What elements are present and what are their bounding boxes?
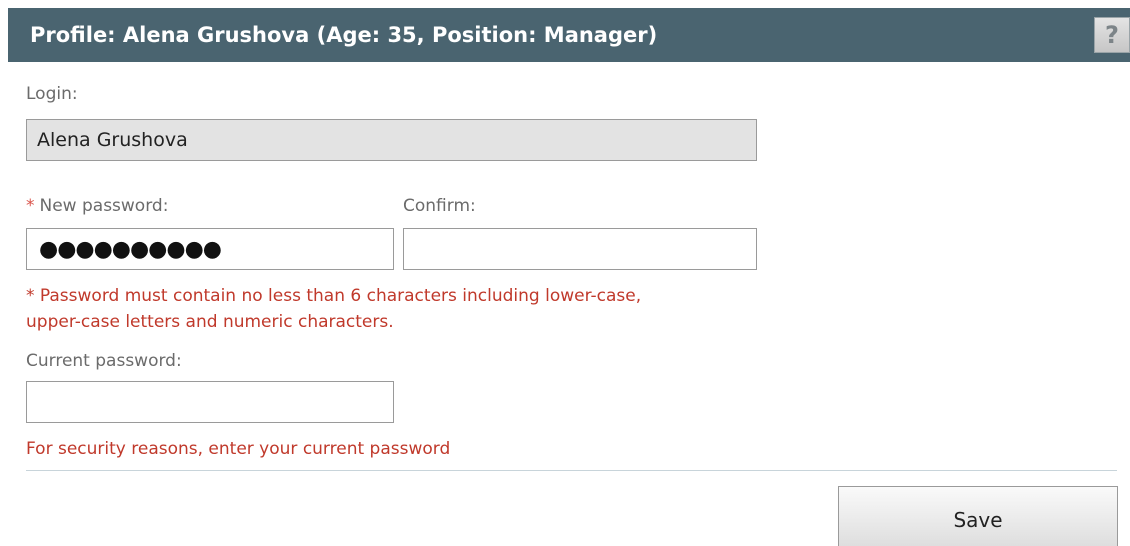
new-password-field[interactable]: ●●●●●●●●●● xyxy=(26,228,394,270)
save-button[interactable]: Save xyxy=(838,486,1118,546)
form-divider xyxy=(26,470,1117,471)
page-title: Profile: Alena Grushova (Age: 35, Positi… xyxy=(30,23,658,47)
current-password-label: Current password: xyxy=(26,351,182,371)
login-field[interactable] xyxy=(26,119,757,161)
help-button[interactable]: ? xyxy=(1094,17,1130,53)
page-header: Profile: Alena Grushova (Age: 35, Positi… xyxy=(8,8,1130,62)
password-hint-line2: upper-case letters and numeric character… xyxy=(26,312,394,332)
confirm-password-field[interactable] xyxy=(403,228,757,270)
security-note: For security reasons, enter your current… xyxy=(26,439,451,459)
confirm-label: Confirm: xyxy=(403,196,476,216)
login-label: Login: xyxy=(26,84,78,104)
new-password-label-text: New password: xyxy=(39,196,169,216)
password-hint-line1: * Password must contain no less than 6 c… xyxy=(26,286,642,306)
required-marker: * xyxy=(26,196,35,216)
current-password-field[interactable] xyxy=(26,381,394,423)
new-password-masked-value: ●●●●●●●●●● xyxy=(39,237,222,262)
new-password-label: * New password: xyxy=(26,196,168,216)
